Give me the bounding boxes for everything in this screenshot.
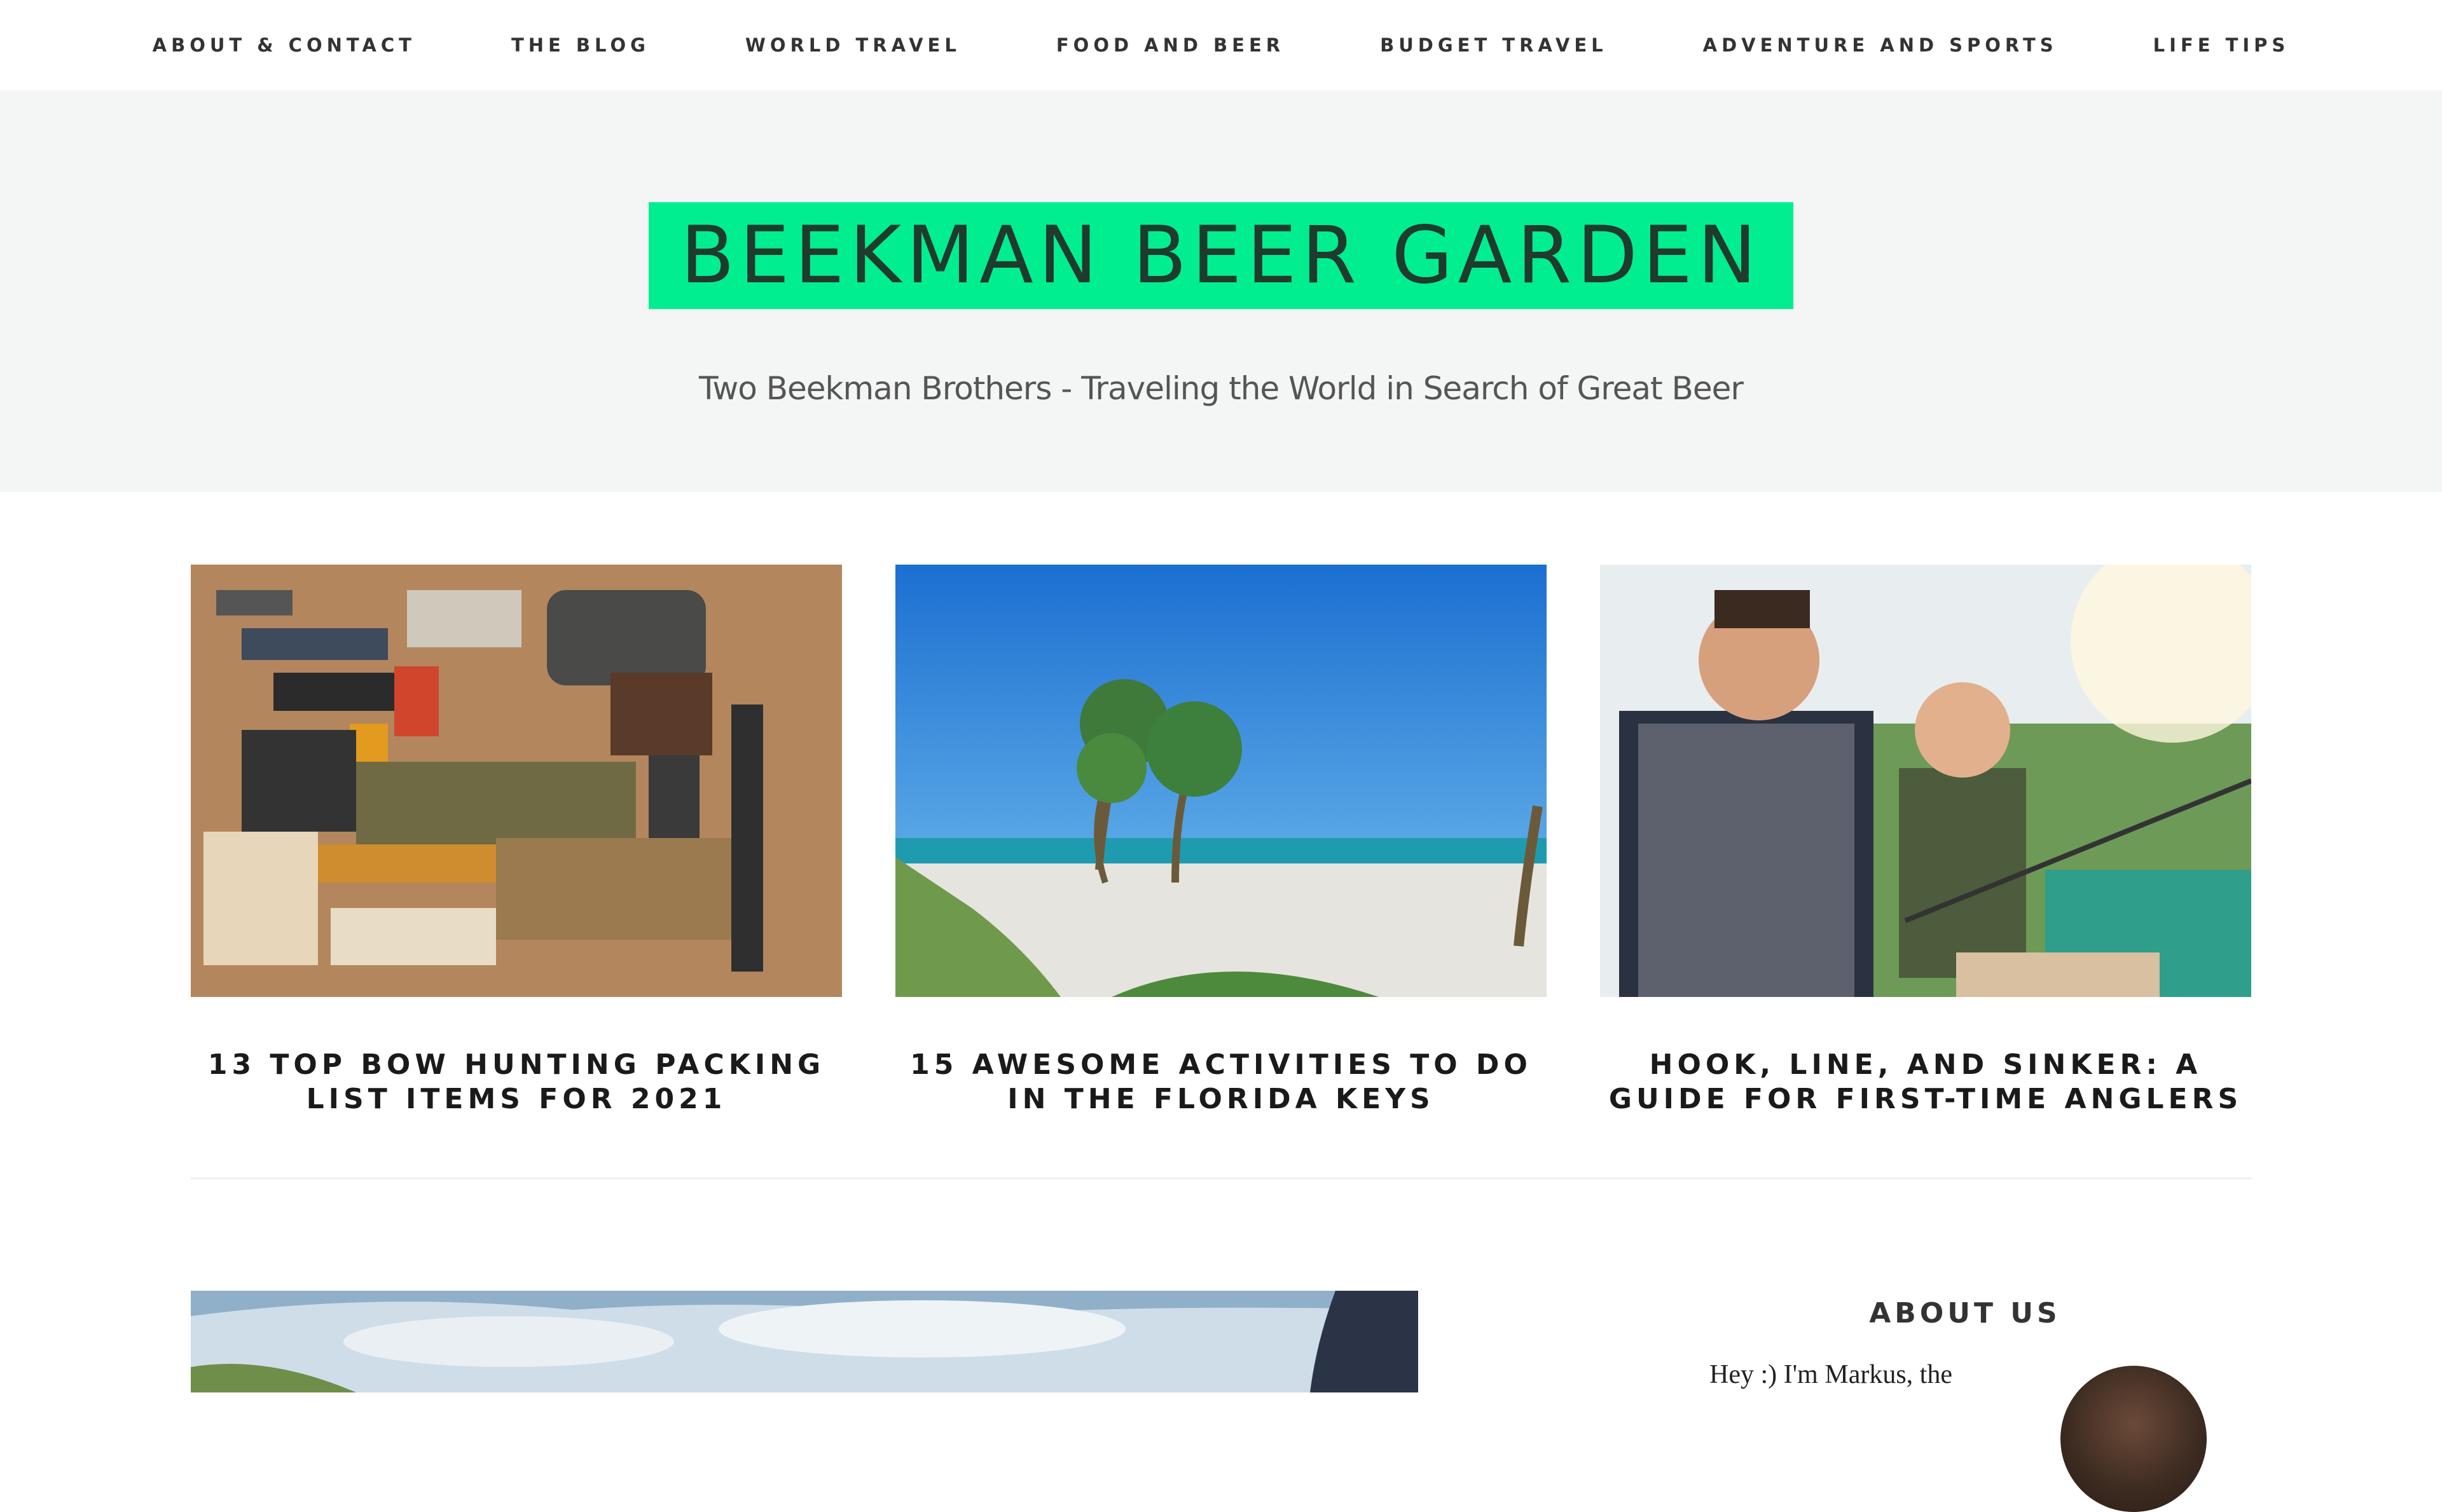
nav-item-life-tips[interactable]: LIFE TIPS [2153, 34, 2290, 56]
nav-item-about-contact[interactable]: ABOUT & CONTACT [153, 34, 416, 56]
site-tagline: Two Beekman Brothers - Traveling the Wor… [699, 370, 1744, 407]
nav-item-adventure-and-sports[interactable]: ADVENTURE AND SPORTS [1703, 34, 2058, 56]
top-navigation: ABOUT & CONTACT THE BLOG WORLD TRAVEL FO… [0, 0, 2442, 90]
sidebar: ABOUT US Hey :) I'm Markus, the [1679, 1291, 2251, 1512]
about-us-heading: ABOUT US [1869, 1297, 2061, 1330]
post-title[interactable]: HOOK, LINE, AND SINKER: A GUIDE FOR FIRS… [1600, 1048, 2251, 1117]
site-header: BEEKMAN BEER GARDEN Two Beekman Brothers… [0, 90, 2442, 492]
post-title[interactable]: 13 TOP BOW HUNTING PACKING LIST ITEMS FO… [191, 1048, 842, 1117]
featured-post-card[interactable]: HOOK, LINE, AND SINKER: A GUIDE FOR FIRS… [1600, 565, 2251, 1117]
nav-item-budget-travel[interactable]: BUDGET TRAVEL [1380, 34, 1608, 56]
nav-item-world-travel[interactable]: WORLD TRAVEL [745, 34, 961, 56]
fishing-men-photo-icon [1600, 565, 2251, 997]
featured-post-card[interactable]: 13 TOP BOW HUNTING PACKING LIST ITEMS FO… [191, 565, 842, 1117]
about-us-text: Hey :) I'm Markus, the [1709, 1360, 1952, 1389]
nav-item-the-blog[interactable]: THE BLOG [511, 34, 650, 56]
author-avatar [2060, 1366, 2207, 1512]
section-divider [191, 1178, 2251, 1179]
nav-menu: ABOUT & CONTACT THE BLOG WORLD TRAVEL FO… [105, 34, 2338, 56]
latest-post-image[interactable] [191, 1291, 1418, 1392]
post-thumbnail[interactable] [1600, 565, 2251, 997]
featured-post-card[interactable]: 15 AWESOME ACTIVITIES TO DO IN THE FLORI… [895, 565, 1547, 1117]
site-title[interactable]: BEEKMAN BEER GARDEN [649, 202, 1793, 309]
post-title[interactable]: 15 AWESOME ACTIVITIES TO DO IN THE FLORI… [895, 1048, 1547, 1117]
beach-palm-photo-icon [895, 565, 1547, 997]
nav-item-food-and-beer[interactable]: FOOD AND BEER [1056, 34, 1285, 56]
featured-posts: 13 TOP BOW HUNTING PACKING LIST ITEMS FO… [191, 565, 2251, 1137]
sky-landscape-photo-icon [191, 1291, 1418, 1392]
gear-layout-photo-icon [191, 565, 842, 997]
post-thumbnail[interactable] [191, 565, 842, 997]
post-thumbnail[interactable] [895, 565, 1547, 997]
